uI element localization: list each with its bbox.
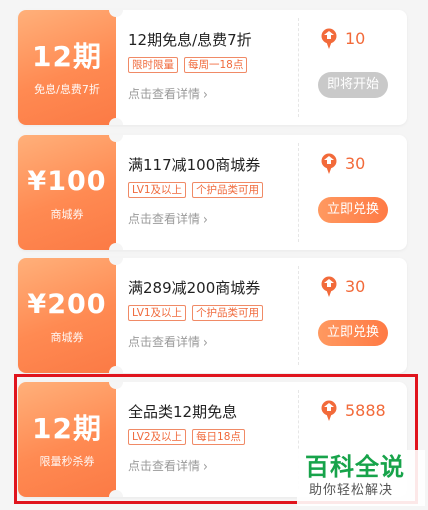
view-details-link[interactable]: 点击查看详情 › — [128, 210, 208, 228]
view-details-label: 点击查看详情 — [128, 459, 201, 473]
points-badge-icon — [321, 276, 337, 297]
coupon-title: 满117减100商城券 — [128, 156, 261, 174]
coupon-tag: 限时限量 — [128, 57, 178, 73]
ticket-notch — [109, 118, 123, 125]
points-cost: 5888 — [320, 400, 386, 422]
coupon-face-value: ¥200 — [27, 289, 107, 320]
coupon-face: ¥200 商城券 — [18, 258, 116, 373]
view-details-link[interactable]: 点击查看详情 › — [128, 333, 208, 351]
dashed-divider — [298, 18, 299, 117]
view-details-link[interactable]: 点击查看详情 › — [128, 85, 208, 103]
coupon-tag: LV1及以上 — [128, 305, 187, 321]
coupon-title: 满289减200商城券 — [128, 279, 261, 297]
coupon-face-caption: 限量秒杀券 — [39, 455, 95, 468]
coupon-title: 全品类12期免息 — [128, 403, 238, 421]
coupon-face-caption: 免息/息费7折 — [34, 83, 100, 96]
points-badge-icon — [321, 400, 337, 421]
points-value: 10 — [345, 29, 366, 48]
coupon-tag: LV2及以上 — [128, 429, 187, 445]
view-details-label: 点击查看详情 — [128, 335, 201, 349]
coupon-card[interactable]: ¥200 商城券 满289减200商城券 LV1及以上 个护品类可用 点击查看详… — [18, 258, 407, 373]
redeem-button[interactable]: 立即兑换 — [318, 320, 388, 346]
points-cost: 30 — [320, 153, 365, 175]
points-badge-icon — [321, 28, 337, 49]
chevron-right-icon: › — [203, 457, 208, 475]
chevron-right-icon: › — [203, 85, 208, 103]
coupon-face: 12期 限量秒杀券 — [18, 382, 116, 497]
ticket-notch — [109, 366, 123, 373]
points-value: 30 — [345, 277, 366, 296]
coupon-tags: LV1及以上 个护品类可用 — [128, 305, 264, 321]
view-details-label: 点击查看详情 — [128, 212, 201, 226]
chevron-right-icon: › — [203, 333, 208, 351]
view-details-link[interactable]: 点击查看详情 › — [128, 457, 208, 475]
coupon-card[interactable]: ¥100 商城券 满117减100商城券 LV1及以上 个护品类可用 点击查看详… — [18, 135, 407, 250]
coupon-face: ¥100 商城券 — [18, 135, 116, 250]
watermark: 百科全说 助你轻松解决 — [297, 450, 425, 506]
watermark-subtitle: 助你轻松解决 — [309, 483, 394, 498]
coupon-tag: 个护品类可用 — [192, 182, 264, 198]
view-details-label: 点击查看详情 — [128, 87, 201, 101]
coupon-tags: 限时限量 每周一18点 — [128, 57, 248, 73]
coupon-face: 12期 免息/息费7折 — [18, 10, 116, 125]
ticket-notch — [109, 490, 123, 497]
chevron-right-icon: › — [203, 210, 208, 228]
watermark-title: 百科全说 — [305, 453, 405, 481]
dashed-divider — [298, 143, 299, 242]
points-cost: 10 — [320, 28, 365, 50]
coupon-face-caption: 商城券 — [50, 208, 84, 221]
dashed-divider — [298, 266, 299, 365]
points-badge-icon — [321, 153, 337, 174]
ticket-notch — [109, 243, 123, 250]
coupon-title: 12期免息/息费7折 — [128, 31, 252, 49]
points-value: 30 — [345, 154, 366, 173]
redeem-button[interactable]: 立即兑换 — [318, 197, 388, 223]
points-value: 5888 — [345, 401, 386, 420]
coupon-face-value: 12期 — [32, 40, 102, 73]
coupon-tag: LV1及以上 — [128, 182, 187, 198]
coupon-tags: LV1及以上 个护品类可用 — [128, 182, 264, 198]
coupon-face-caption: 商城券 — [50, 331, 84, 344]
starting-soon-button[interactable]: 即将开始 — [318, 72, 388, 98]
coupon-card[interactable]: 12期 免息/息费7折 12期免息/息费7折 限时限量 每周一18点 点击查看详… — [18, 10, 407, 125]
coupon-tag: 每日18点 — [192, 429, 245, 445]
coupon-tags: LV2及以上 每日18点 — [128, 429, 245, 445]
coupon-face-value: 12期 — [32, 412, 102, 445]
coupon-tag: 每周一18点 — [184, 57, 248, 73]
coupon-face-value: ¥100 — [27, 166, 107, 197]
points-cost: 30 — [320, 276, 365, 298]
coupon-tag: 个护品类可用 — [192, 305, 264, 321]
